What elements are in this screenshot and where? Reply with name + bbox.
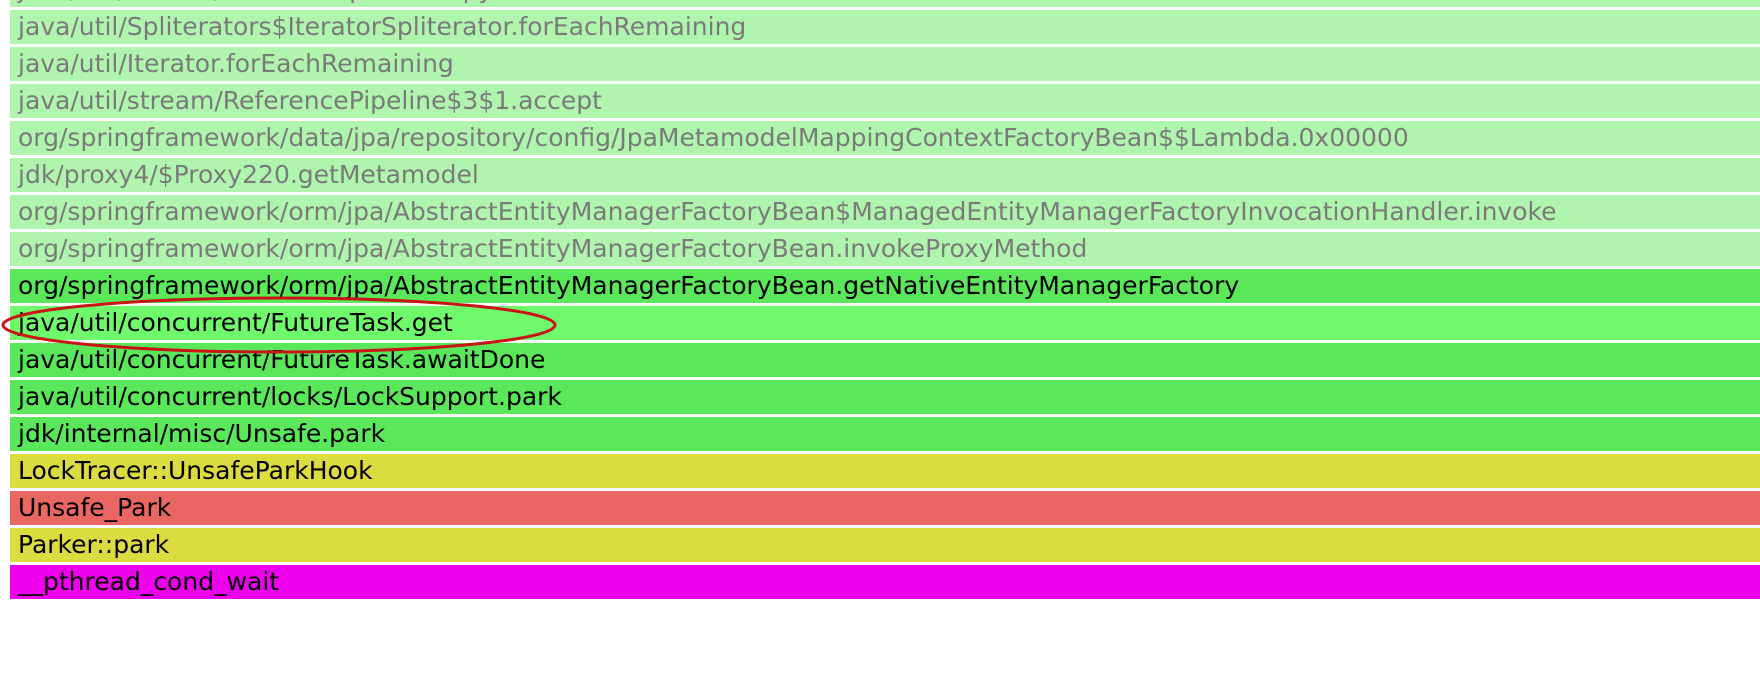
flame-frame[interactable]: __pthread_cond_wait [10, 565, 1760, 599]
flame-frame[interactable]: java/util/Spliterators$IteratorSpliterat… [10, 10, 1760, 44]
flame-frame[interactable]: org/springframework/orm/jpa/AbstractEnti… [10, 195, 1760, 229]
flame-frame[interactable]: java/util/concurrent/FutureTask.awaitDon… [10, 343, 1760, 377]
flame-frame[interactable]: Unsafe_Park [10, 491, 1760, 525]
flame-frame[interactable]: jdk/internal/misc/Unsafe.park [10, 417, 1760, 451]
flame-frame[interactable]: jdk/proxy4/$Proxy220.getMetamodel [10, 158, 1760, 192]
flame-frame[interactable]: Parker::park [10, 528, 1760, 562]
flame-frame[interactable]: org/springframework/orm/jpa/AbstractEnti… [10, 232, 1760, 266]
flame-frame[interactable]: java/util/stream/AbstractPipeline.copyIn… [10, 0, 1760, 7]
flame-frame[interactable]: java/util/Iterator.forEachRemaining [10, 47, 1760, 81]
flame-frame[interactable]: LockTracer::UnsafeParkHook [10, 454, 1760, 488]
flame-frame[interactable]: java/util/concurrent/FutureTask.get [10, 306, 1760, 340]
flame-frame[interactable]: org/springframework/orm/jpa/AbstractEnti… [10, 269, 1760, 303]
flame-frame[interactable]: java/util/concurrent/locks/LockSupport.p… [10, 380, 1760, 414]
flame-frame[interactable]: java/util/stream/ReferencePipeline$3$1.a… [10, 84, 1760, 118]
flame-frame[interactable]: org/springframework/data/jpa/repository/… [10, 121, 1760, 155]
